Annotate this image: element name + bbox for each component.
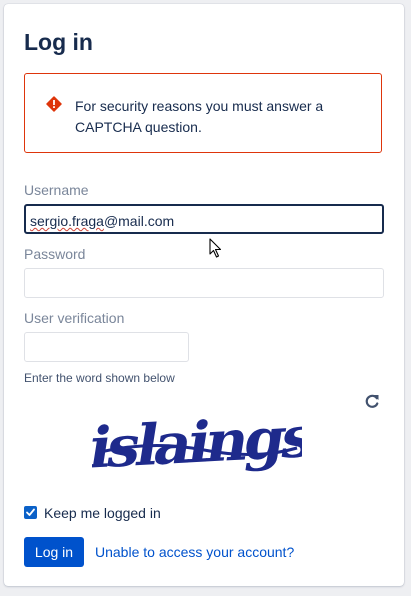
captcha-hint: Enter the word shown below bbox=[24, 371, 175, 385]
captcha-image: islaings bbox=[92, 414, 302, 481]
page-title: Log in bbox=[24, 29, 93, 55]
checkmark-icon bbox=[26, 508, 35, 516]
keep-logged-in-checkbox[interactable] bbox=[24, 506, 37, 519]
username-label: Username bbox=[24, 182, 89, 198]
alert-message: For security reasons you must answer a C… bbox=[75, 98, 324, 135]
verification-label: User verification bbox=[24, 310, 125, 326]
unable-to-access-link[interactable]: Unable to access your account? bbox=[95, 544, 294, 560]
login-button[interactable]: Log in bbox=[24, 537, 84, 567]
username-field[interactable] bbox=[24, 204, 384, 234]
password-label: Password bbox=[24, 246, 86, 262]
login-card: Log in For security reasons you must ans… bbox=[4, 4, 404, 586]
refresh-icon[interactable] bbox=[364, 393, 380, 409]
captcha-input[interactable] bbox=[24, 332, 189, 362]
error-icon bbox=[46, 96, 62, 112]
keep-logged-in-label[interactable]: Keep me logged in bbox=[44, 505, 161, 521]
captcha-alert: For security reasons you must answer a C… bbox=[24, 73, 382, 153]
password-field[interactable] bbox=[24, 268, 384, 298]
